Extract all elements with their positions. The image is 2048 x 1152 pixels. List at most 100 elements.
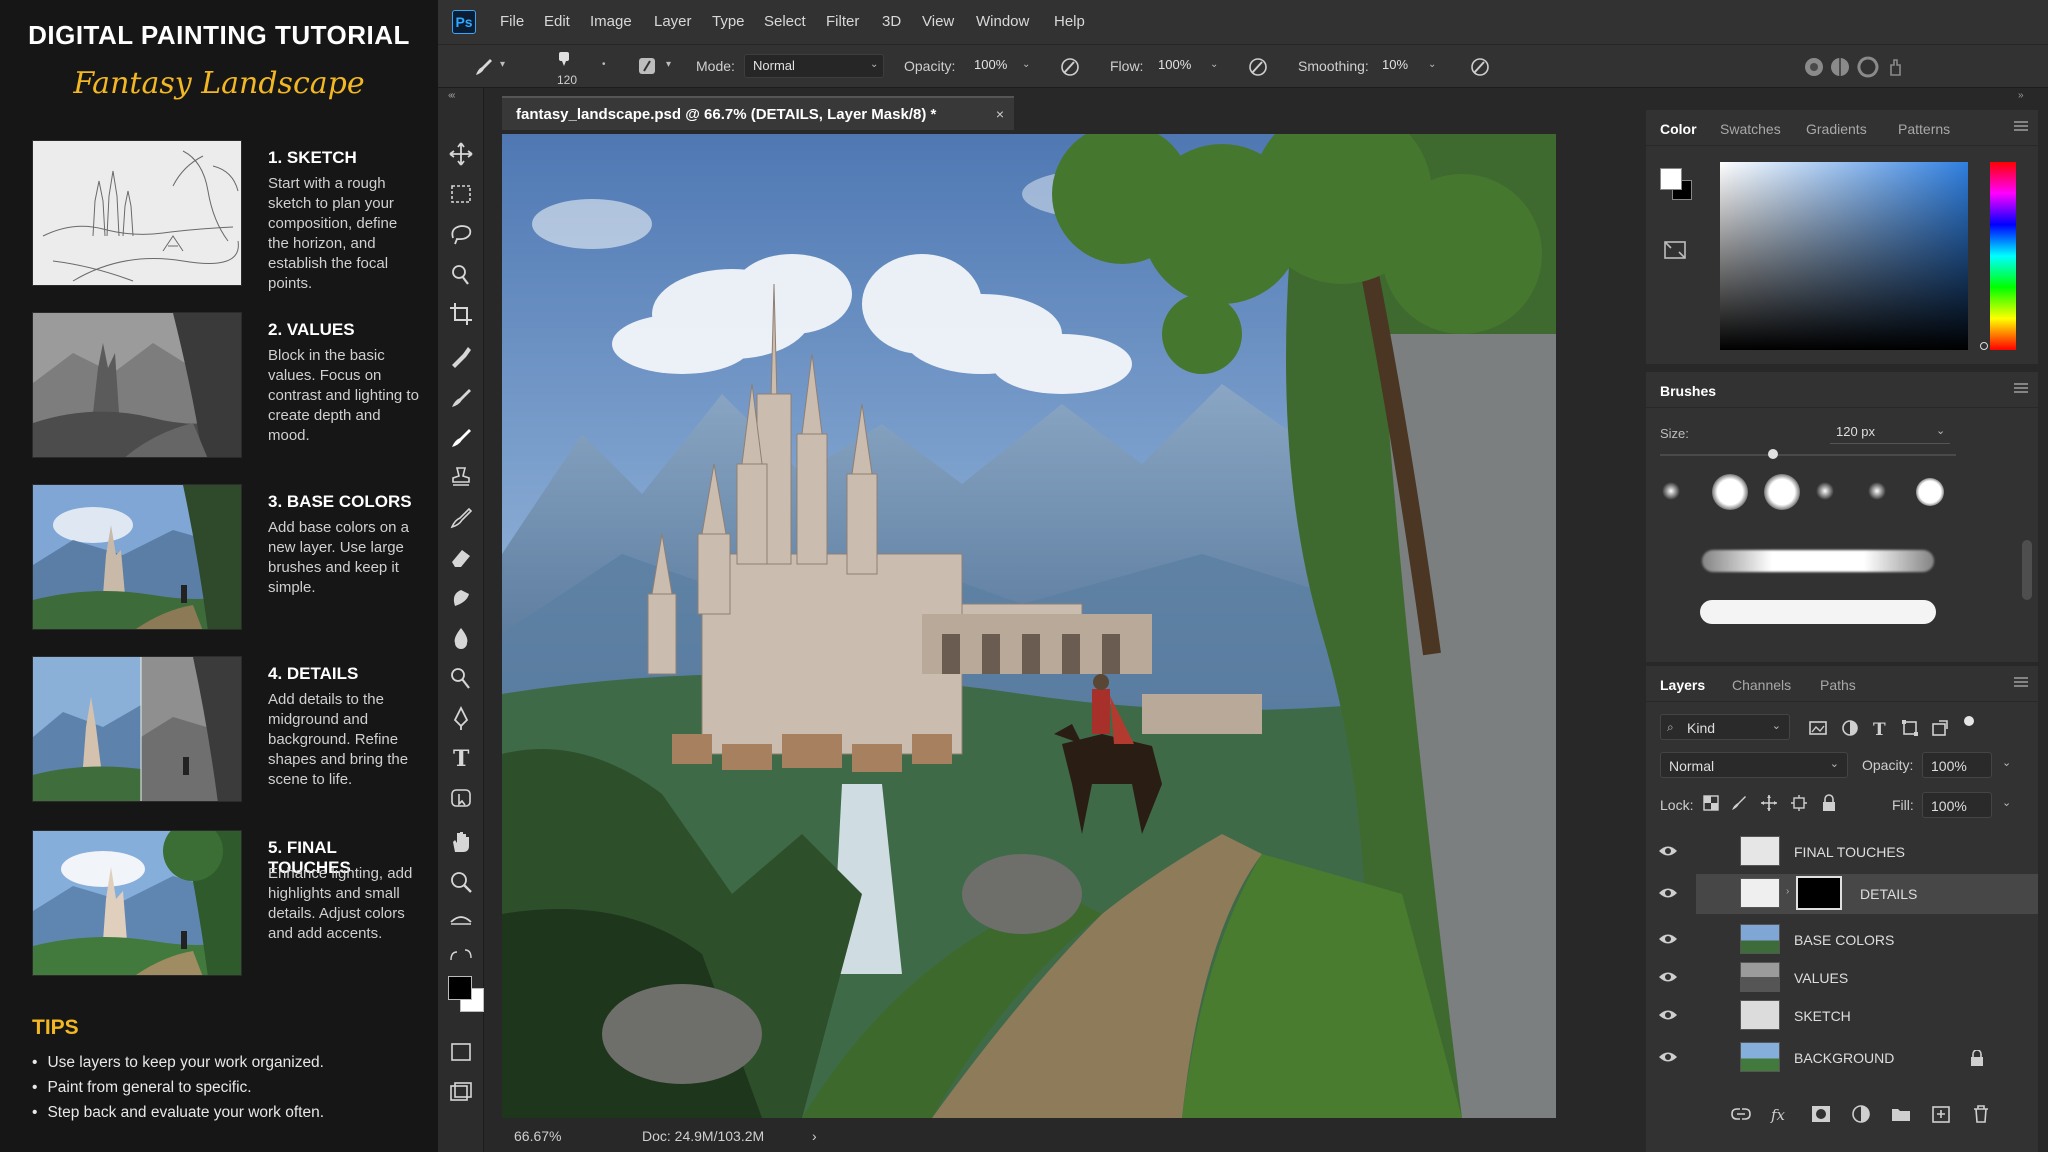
lasso-tool-icon[interactable] — [447, 220, 475, 248]
brush-tip-hard[interactable] — [1916, 478, 1944, 506]
chevron-down-icon[interactable]: ▾ — [500, 59, 512, 71]
brush-stroke-preview-smooth[interactable] — [1700, 600, 1936, 624]
layer-row-sketch[interactable]: SKETCH — [1646, 996, 2038, 1036]
layer-mask-thumbnail[interactable] — [1796, 876, 1842, 910]
pen-tool-icon[interactable] — [447, 704, 475, 732]
menu-3d[interactable]: 3D — [882, 13, 901, 30]
tab-gradients[interactable]: Gradients — [1806, 121, 1867, 137]
type-tool-icon[interactable]: T — [447, 744, 475, 772]
filter-smart-object-icon[interactable] — [1930, 718, 1950, 738]
chevron-down-icon[interactable]: ⌄ — [2002, 796, 2011, 809]
history-brush-tool-icon[interactable] — [447, 504, 475, 532]
layer-filter-select[interactable]: ⌕ Kind ⌄ — [1660, 714, 1790, 740]
layer-opacity-field[interactable]: 100% — [1922, 752, 1992, 778]
fill-field[interactable]: 100% — [1922, 792, 1992, 818]
lock-all-icon[interactable] — [1820, 794, 1838, 812]
lock-position-icon[interactable] — [1760, 794, 1778, 812]
tab-color[interactable]: Color — [1660, 121, 1697, 137]
brush-settings-icon[interactable] — [636, 55, 660, 79]
gradient-tool-icon[interactable] — [447, 584, 475, 612]
panel-menu-icon[interactable] — [2014, 676, 2028, 688]
eye-icon[interactable] — [1658, 970, 1678, 984]
adjustment-layer-icon[interactable] — [1850, 1104, 1872, 1124]
layer-row-final-touches[interactable]: FINAL TOUCHES — [1646, 832, 2038, 872]
smoothing-field[interactable]: 10% — [1374, 54, 1434, 78]
brush-tip-soft-small[interactable] — [1868, 482, 1886, 500]
pressure-opacity-icon[interactable] — [1058, 55, 1082, 79]
move-tool-icon[interactable] — [447, 140, 475, 168]
brush-size-slider-handle[interactable] — [1768, 449, 1778, 459]
marquee-tool-icon[interactable] — [447, 180, 475, 208]
layer-row-values[interactable]: VALUES — [1646, 958, 2038, 998]
lock-transparency-icon[interactable] — [1702, 794, 1720, 812]
flow-field[interactable]: 100% — [1150, 54, 1216, 78]
link-layers-icon[interactable] — [1730, 1104, 1752, 1124]
eyedropper-tool-icon[interactable] — [447, 342, 475, 370]
lock-artboard-icon[interactable] — [1790, 794, 1808, 812]
eye-icon[interactable] — [1658, 1050, 1678, 1064]
menu-view[interactable]: View — [922, 13, 954, 30]
brush-size-slider[interactable] — [1660, 454, 1956, 456]
eraser-tool-icon[interactable] — [447, 544, 475, 572]
eye-icon[interactable] — [1658, 932, 1678, 946]
tab-patterns[interactable]: Patterns — [1898, 121, 1950, 137]
eye-icon[interactable] — [1658, 886, 1678, 900]
menu-type[interactable]: Type — [712, 13, 745, 30]
chevron-down-icon[interactable]: ⌄ — [1022, 59, 1034, 71]
zoom-tool-icon[interactable] — [447, 868, 475, 896]
lock-pixels-icon[interactable] — [1730, 794, 1748, 812]
chevron-down-icon[interactable]: ⌄ — [2002, 756, 2011, 769]
brush-tip-hard-round[interactable] — [1712, 474, 1748, 510]
quick-mask-icon[interactable] — [447, 1038, 475, 1066]
panel-menu-icon[interactable] — [2014, 120, 2028, 132]
tab-brushes[interactable]: Brushes — [1660, 383, 1716, 399]
panel-menu-icon[interactable] — [2014, 382, 2028, 394]
pressure-size-icon[interactable] — [1802, 55, 1826, 79]
document-tab[interactable]: fantasy_landscape.psd @ 66.7% (DETAILS, … — [502, 96, 1014, 130]
tab-layers[interactable]: Layers — [1660, 677, 1705, 693]
brush-tool-active-icon[interactable] — [447, 424, 475, 452]
menu-layer[interactable]: Layer — [654, 13, 692, 30]
symmetry-icon[interactable] — [1828, 55, 1852, 79]
hue-slider-handle[interactable] — [1980, 342, 1988, 350]
hue-slider[interactable] — [1990, 162, 2016, 350]
collapse-toolbar-icon[interactable]: « — [448, 90, 468, 102]
menu-help[interactable]: Help — [1054, 13, 1085, 30]
new-layer-icon[interactable] — [1930, 1104, 1952, 1124]
foreground-color-chip[interactable] — [1660, 168, 1682, 190]
dodge-tool-icon[interactable] — [447, 664, 475, 692]
eye-icon[interactable] — [1658, 844, 1678, 858]
add-mask-icon[interactable] — [1810, 1104, 1832, 1124]
close-tab-button[interactable]: × — [996, 106, 1004, 122]
tab-swatches[interactable]: Swatches — [1720, 121, 1781, 137]
link-icon[interactable]: › — [1786, 886, 1789, 897]
menu-select[interactable]: Select — [764, 13, 806, 30]
chevron-down-icon[interactable]: ▾ — [666, 59, 678, 71]
tab-paths[interactable]: Paths — [1820, 677, 1856, 693]
filter-toggle[interactable] — [1964, 716, 1974, 726]
mode-select[interactable]: Normal — [744, 54, 884, 78]
brush-tip-soft[interactable] — [1662, 482, 1680, 500]
menu-file[interactable]: File — [500, 13, 524, 30]
zoom-level[interactable]: 66.67% — [514, 1128, 561, 1144]
hand-pressure-icon[interactable] — [1884, 55, 1908, 79]
brush-tool-icon[interactable] — [472, 55, 496, 79]
smoothing-options-icon[interactable] — [1468, 55, 1492, 79]
chevron-down-icon[interactable]: ⌄ — [1936, 424, 1945, 437]
menu-window[interactable]: Window — [976, 13, 1029, 30]
filter-pixel-icon[interactable] — [1808, 718, 1828, 738]
swap-colors-icon[interactable] — [447, 946, 475, 968]
screen-mode-icon[interactable] — [447, 1078, 475, 1106]
layer-row-details[interactable]: › DETAILS — [1696, 874, 2038, 914]
brush-angle-icon[interactable] — [1856, 55, 1880, 79]
blend-mode-select[interactable]: Normal ⌄ — [1660, 752, 1848, 778]
brush-tip-airbrush[interactable] — [1816, 482, 1834, 500]
filter-shape-icon[interactable] — [1900, 718, 1920, 738]
brush-size-field[interactable]: 120 px — [1830, 420, 1950, 444]
quick-selection-tool-icon[interactable] — [447, 260, 475, 288]
eye-icon[interactable] — [1658, 1008, 1678, 1022]
status-arrow[interactable]: › — [812, 1128, 817, 1144]
chevron-down-icon[interactable]: ⌄ — [1210, 59, 1222, 71]
blur-tool-icon[interactable] — [447, 624, 475, 652]
collapse-panels-icon[interactable]: » — [2018, 90, 2038, 102]
